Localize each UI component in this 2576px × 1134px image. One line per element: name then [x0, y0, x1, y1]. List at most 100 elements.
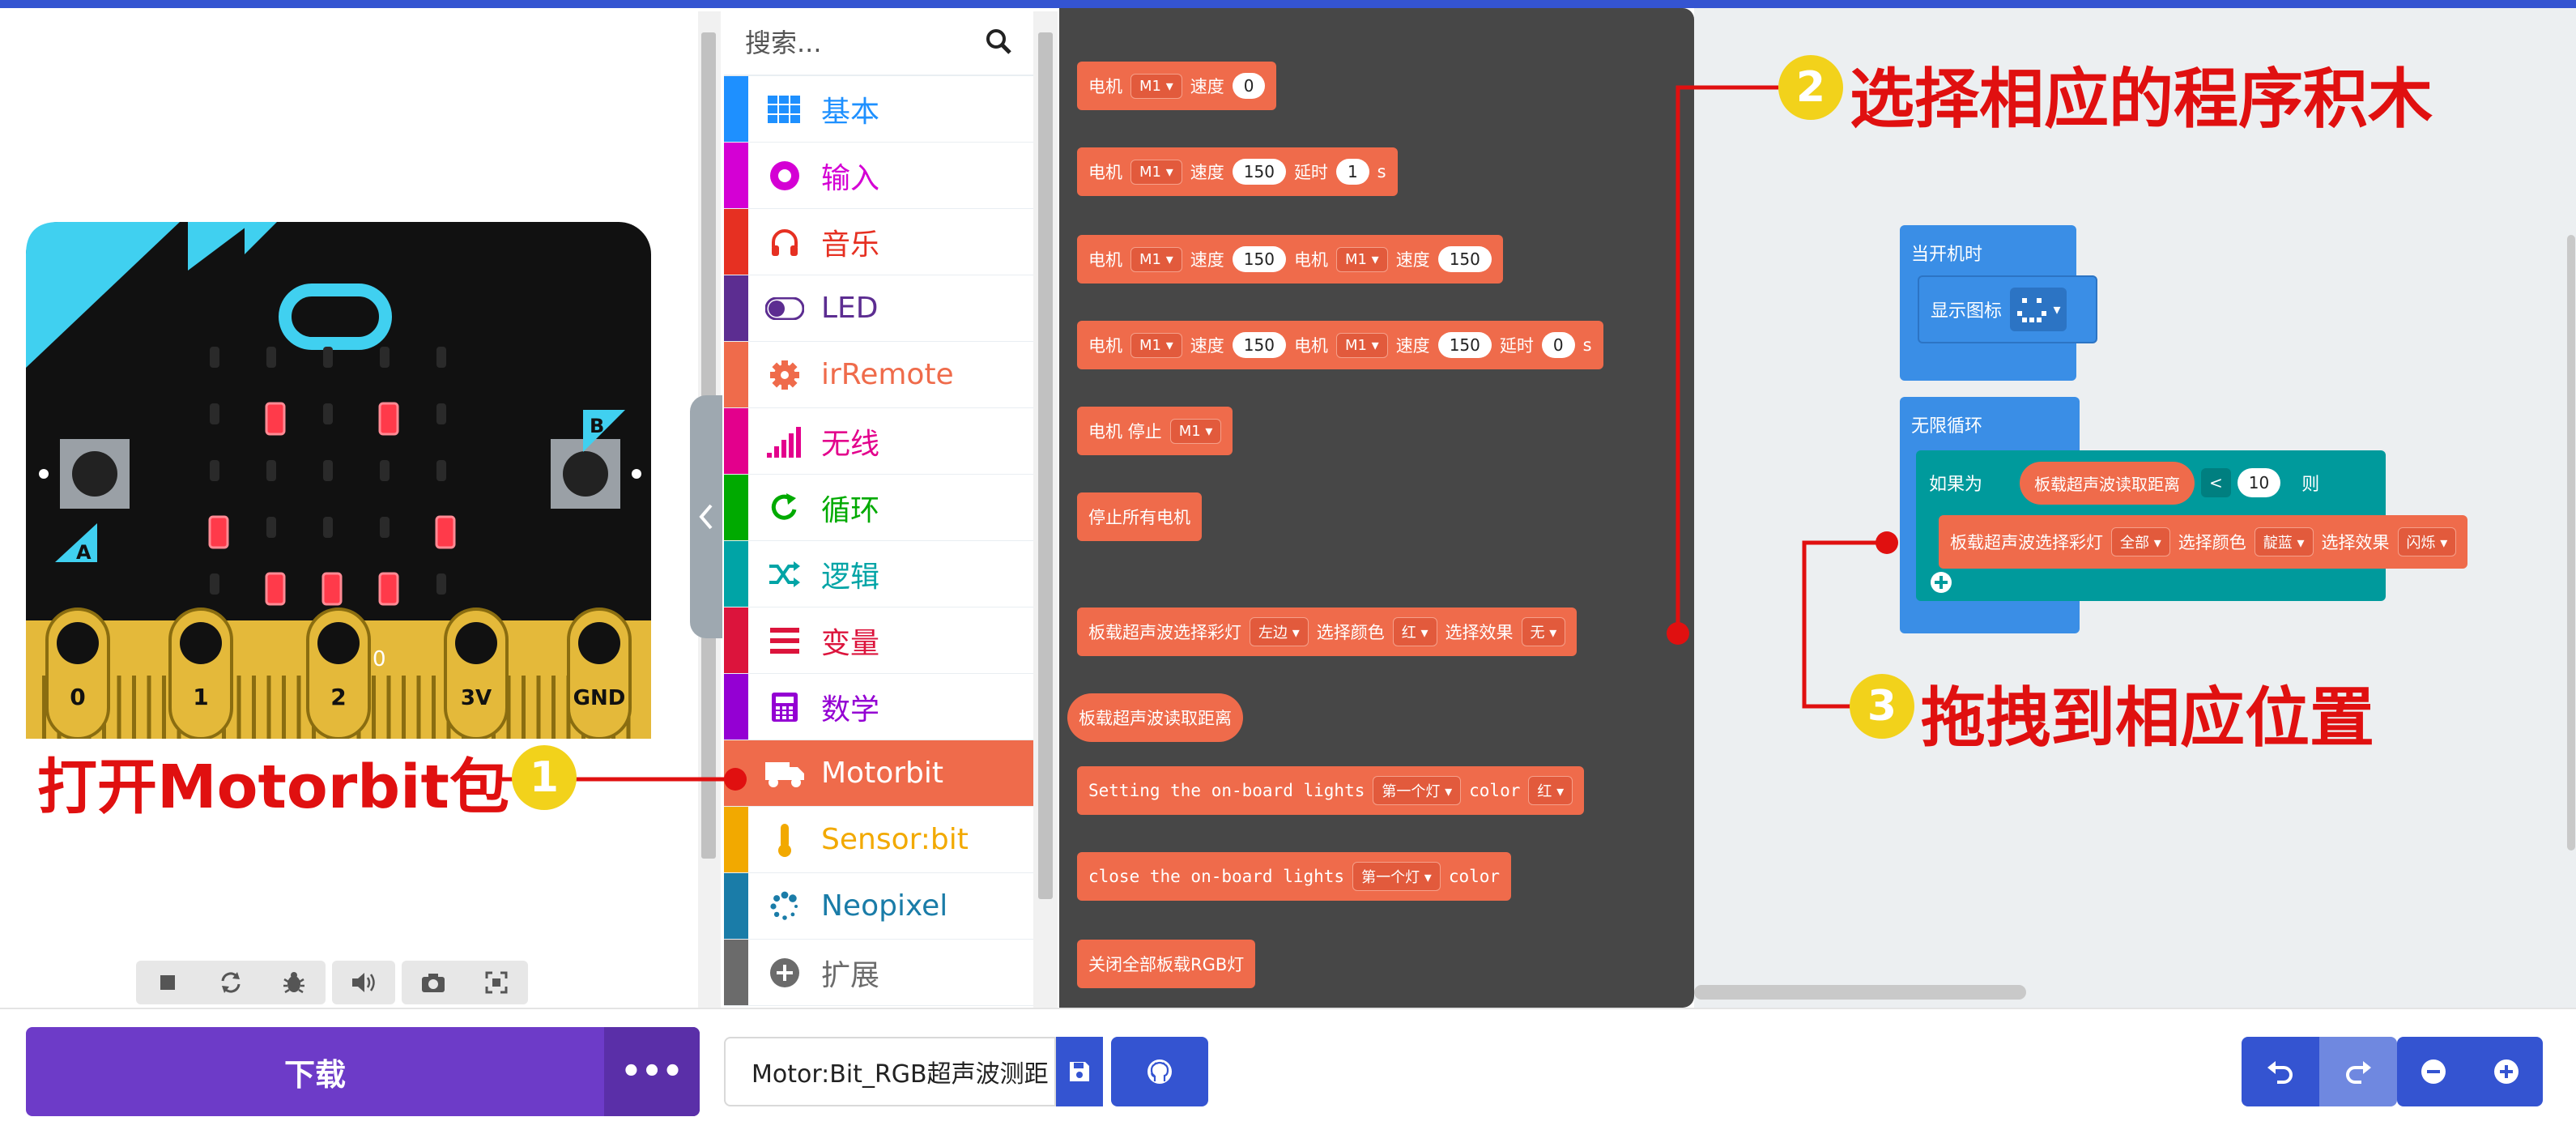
search-input[interactable]: 搜索... — [745, 23, 985, 60]
redo-button[interactable] — [2319, 1037, 2397, 1106]
toolbox-category-music[interactable]: 音乐 — [724, 209, 1033, 275]
flyout-scroll-thumb[interactable] — [1038, 32, 1053, 899]
operator-dropdown[interactable]: < — [2201, 468, 2231, 497]
sound-button[interactable] — [332, 961, 395, 1004]
effect-dropdown[interactable]: 闪烁 — [2397, 527, 2457, 556]
delay-value[interactable]: 0 — [1541, 332, 1575, 358]
download-button[interactable]: 下载 — [26, 1027, 604, 1116]
select-light-block[interactable]: 板载超声波选择彩灯 全部 选择颜色 靛蓝 选择效果 闪烁 — [1939, 515, 2468, 569]
add-else-icon[interactable] — [1929, 570, 1953, 595]
block-text: 速度 — [1190, 336, 1224, 356]
workspace-vertical-scrollbar[interactable] — [2567, 235, 2575, 850]
block-text: 选择效果 — [2321, 533, 2390, 552]
pin-0[interactable]: 0 — [45, 608, 110, 739]
toolbox-search[interactable]: 搜索... — [724, 8, 1033, 76]
save-button[interactable] — [1056, 1037, 1103, 1106]
motor-dropdown[interactable]: M1 — [1335, 332, 1388, 358]
led-off — [266, 517, 276, 538]
category-label: Sensor:bit — [821, 823, 969, 856]
speaker-icon — [352, 973, 375, 992]
block-ultrasonic-rgb-light[interactable]: 板载超声波选择彩灯 左边 选择颜色 红 选择效果 无 — [1077, 608, 1578, 656]
block-ultrasonic-read-distance[interactable]: 板载超声波读取距离 — [1067, 693, 1243, 742]
zoom-in-button[interactable] — [2470, 1058, 2543, 1085]
toolbox-category-irremote[interactable]: irRemote — [724, 342, 1033, 408]
debug-button[interactable] — [262, 961, 326, 1004]
pin-2[interactable]: 2 — [306, 608, 371, 739]
block-motor-speed[interactable]: 电机 M1 速度 0 — [1077, 62, 1277, 110]
light-dropdown[interactable]: 第一个灯 — [1373, 776, 1462, 805]
motor-dropdown[interactable]: M1 — [1335, 246, 1388, 272]
block-dual-motor-speed-delay[interactable]: 电机 M1 速度 150 电机 M1 速度 150 延时 0 s — [1077, 321, 1603, 369]
block-close-all-rgb[interactable]: 关闭全部板载RGB灯 — [1077, 940, 1256, 988]
block-text: s — [1377, 162, 1386, 181]
block-dual-motor-speed[interactable]: 电机 M1 速度 150 电机 M1 速度 150 — [1077, 235, 1503, 284]
button-a[interactable] — [60, 439, 130, 509]
speed-value[interactable]: 0 — [1232, 73, 1266, 99]
compare-value[interactable]: 10 — [2237, 468, 2281, 497]
pin-1[interactable]: 1 — [168, 608, 233, 739]
toolbox-category-sensorbit[interactable]: Sensor:bit — [724, 807, 1033, 873]
toolbox-category-led[interactable]: LED — [724, 275, 1033, 342]
toolbox-category-neopixel[interactable]: Neopixel — [724, 873, 1033, 940]
collapse-simulator-button[interactable] — [690, 395, 722, 638]
screenshot-button[interactable] — [402, 961, 465, 1004]
color-dropdown[interactable]: 靛蓝 — [2254, 527, 2314, 556]
block-stop-all-motors[interactable]: 停止所有电机 — [1077, 492, 1202, 541]
motor-dropdown[interactable]: M1 — [1130, 246, 1182, 272]
speed-value[interactable]: 150 — [1232, 159, 1286, 185]
toolbox-category-variables[interactable]: 变量 — [724, 608, 1033, 674]
motor-dropdown[interactable]: M1 — [1130, 73, 1182, 99]
speed-value[interactable]: 150 — [1437, 246, 1492, 272]
search-icon[interactable] — [985, 28, 1012, 55]
icon-picker-dropdown[interactable]: ▾ — [2010, 288, 2067, 331]
block-close-onboard-lights[interactable]: close the on-board lights 第一个灯 color — [1077, 852, 1512, 901]
toolbox-category-loops[interactable]: 循环 — [724, 475, 1033, 541]
category-label: Motorbit — [821, 757, 943, 790]
block-set-onboard-lights[interactable]: Setting the on-board lights 第一个灯 color 红 — [1077, 766, 1585, 815]
motor-dropdown[interactable]: M1 — [1169, 418, 1222, 444]
target-icon — [748, 160, 821, 192]
toolbox-category-motorbit[interactable]: Motorbit — [724, 740, 1033, 807]
color-dropdown[interactable]: 红 — [1528, 776, 1573, 805]
pin-label: GND — [573, 686, 626, 710]
github-button[interactable] — [1111, 1037, 1208, 1106]
speed-value[interactable]: 150 — [1232, 332, 1286, 358]
block-motor-stop[interactable]: 电机 停止 M1 — [1077, 407, 1233, 455]
more-options-button[interactable]: ••• — [604, 1027, 700, 1116]
block-motor-speed-delay[interactable]: 电机 M1 速度 150 延时 1 s — [1077, 147, 1398, 196]
led-off — [323, 403, 333, 424]
show-icon-block[interactable]: 显示图标 ▾ — [1918, 275, 2097, 343]
restart-button[interactable] — [199, 961, 262, 1004]
motor-dropdown[interactable]: M1 — [1130, 159, 1182, 185]
led-off — [266, 460, 276, 481]
step1-badge: 1 — [512, 745, 577, 810]
pin-3v[interactable]: 3V — [444, 608, 509, 739]
toolbox-category-radio[interactable]: 无线 — [724, 408, 1033, 475]
position-dropdown[interactable]: 全部 — [2111, 527, 2170, 556]
light-dropdown[interactable]: 第一个灯 — [1352, 862, 1441, 891]
zoom-out-button[interactable] — [2397, 1058, 2470, 1085]
color-dropdown[interactable]: 红 — [1392, 617, 1437, 646]
toolbox-category-basic[interactable]: 基本 — [724, 76, 1033, 143]
speed-value[interactable]: 150 — [1437, 332, 1492, 358]
read-distance-block[interactable]: 板载超声波读取距离 — [2020, 461, 2195, 505]
loop-arrow-icon — [748, 492, 821, 524]
stop-button[interactable] — [136, 961, 199, 1004]
project-name-input[interactable]: Motor:Bit_RGB超声波测距 — [724, 1037, 1056, 1106]
toolbox-category-input[interactable]: 输入 — [724, 143, 1033, 209]
effect-dropdown[interactable]: 无 — [1521, 617, 1566, 646]
toolbox-category-extensions[interactable]: 扩展 — [724, 940, 1033, 1006]
delay-value[interactable]: 1 — [1335, 159, 1369, 185]
toolbox-category-logic[interactable]: 逻辑 — [724, 541, 1033, 608]
position-dropdown[interactable]: 左边 — [1250, 617, 1309, 646]
speed-value[interactable]: 150 — [1232, 246, 1286, 272]
block-text: 速度 — [1395, 250, 1430, 270]
pin-gnd[interactable]: GND — [567, 608, 632, 739]
undo-button[interactable] — [2242, 1037, 2319, 1106]
block-text: 速度 — [1190, 250, 1224, 270]
fullscreen-button[interactable] — [465, 961, 528, 1004]
workspace-horizontal-scrollbar[interactable] — [1694, 985, 2026, 1000]
microbit-board[interactable]: A B 0 1 2 3V GND 0 — [26, 222, 651, 739]
motor-dropdown[interactable]: M1 — [1130, 332, 1182, 358]
toolbox-category-math[interactable]: 数学 — [724, 674, 1033, 740]
